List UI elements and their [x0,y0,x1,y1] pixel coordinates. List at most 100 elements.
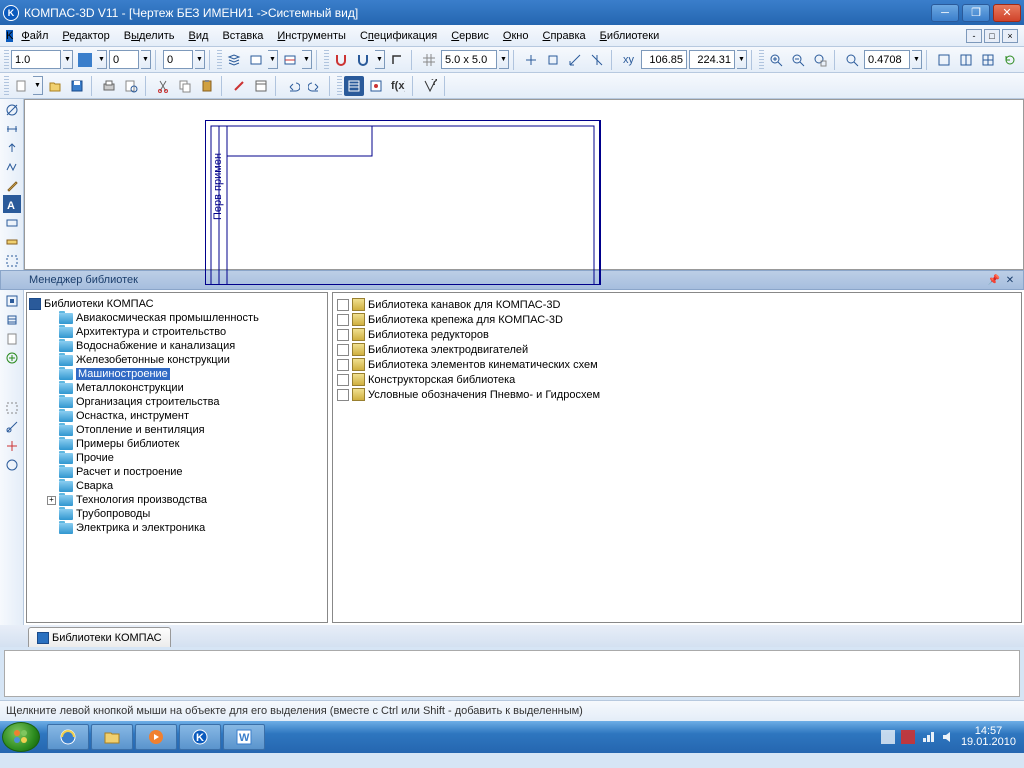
preview-btn[interactable] [121,76,141,96]
close-button[interactable]: ✕ [993,4,1021,22]
tree-item[interactable]: Прочие [29,451,325,465]
x-input[interactable]: 106.85 [641,50,687,69]
insert-icon[interactable] [3,349,21,367]
restore-button[interactable]: ❐ [962,4,990,22]
menu-view[interactable]: Вид [183,28,215,44]
drawing-canvas[interactable]: Перв примен [24,99,1024,270]
print-btn[interactable] [99,76,119,96]
menu-file[interactable]: Файл [15,28,54,44]
var-btn[interactable] [366,76,386,96]
props-btn[interactable] [251,76,271,96]
param-icon[interactable] [3,214,21,232]
paste-btn[interactable] [197,76,217,96]
tree-item[interactable]: Машиностроение [29,367,325,381]
ortho-btn[interactable] [387,50,407,70]
snap3-btn[interactable] [565,50,585,70]
list-item[interactable]: Библиотека электродвигателей [337,342,1017,357]
tree-item[interactable]: Железобетонные конструкции [29,353,325,367]
step-dd[interactable]: ▼ [141,50,151,69]
tool1-icon[interactable] [3,399,21,417]
view1-btn[interactable] [934,50,954,70]
scale-input[interactable]: 1.0 [11,50,61,69]
layer2-btn[interactable] [246,50,266,70]
zoomout-btn[interactable] [788,50,808,70]
list-item[interactable]: Конструкторская библиотека [337,372,1017,387]
tree-root[interactable]: Библиотеки КОМПАС [29,297,325,311]
tool2-icon[interactable] [3,418,21,436]
tree-item[interactable]: Трубопроводы [29,507,325,521]
report-icon[interactable] [3,330,21,348]
grip-icon[interactable] [324,50,329,70]
doc-icon[interactable]: K [6,30,13,42]
layer-input[interactable]: 0 [163,50,193,69]
list-item[interactable]: Библиотека канавок для КОМПАС-3D [337,297,1017,312]
checkbox[interactable] [337,344,349,356]
lib-tree[interactable]: Библиотеки КОМПАС Авиакосмическая промыш… [26,292,328,623]
snap-btn[interactable] [353,50,373,70]
task-wmp[interactable] [135,724,177,750]
tray-lang-icon[interactable] [901,730,915,744]
notes-icon[interactable] [3,139,21,157]
snap2-btn[interactable] [543,50,563,70]
tree-item[interactable]: Электрика и электроника [29,521,325,535]
task-ie[interactable] [47,724,89,750]
color-btn[interactable] [75,50,95,70]
refresh-btn[interactable] [1000,50,1020,70]
grip-icon[interactable] [759,50,764,70]
tool4-icon[interactable] [3,456,21,474]
grip-icon[interactable] [217,50,222,70]
libmgr-btn[interactable] [344,76,364,96]
tree-item[interactable]: Авиакосмическая промышленность [29,311,325,325]
tree-item[interactable]: Примеры библиотек [29,437,325,451]
checkbox[interactable] [337,299,349,311]
start-button[interactable] [2,722,40,752]
property-panel[interactable] [4,650,1020,697]
snap4-btn[interactable] [587,50,607,70]
color-dd[interactable]: ▼ [97,50,107,69]
lib-list[interactable]: Библиотека канавок для КОМПАС-3DБиблиоте… [332,292,1022,623]
tray-flag-icon[interactable] [881,730,895,744]
tree-item[interactable]: Металлоконструкции [29,381,325,395]
list-item[interactable]: Условные обозначения Пневмо- и Гидросхем [337,387,1017,402]
list-item[interactable]: Библиотека крепежа для КОМПАС-3D [337,312,1017,327]
task-explorer[interactable] [91,724,133,750]
edit-icon[interactable] [3,177,21,195]
cut-btn[interactable] [153,76,173,96]
menu-service[interactable]: Сервис [445,28,495,44]
tree-item[interactable]: Архитектура и строительство [29,325,325,339]
grid-input[interactable]: 5.0 x 5.0 [441,50,497,69]
magnet-btn[interactable] [331,50,351,70]
undo-btn[interactable] [283,76,303,96]
grip-icon[interactable] [4,50,9,70]
zoomwin-btn[interactable] [810,50,830,70]
rough-icon[interactable] [3,158,21,176]
open-btn[interactable] [45,76,65,96]
checkbox[interactable] [337,359,349,371]
grip-icon[interactable] [337,76,342,96]
tree-item[interactable]: Оснастка, инструмент [29,409,325,423]
select-icon[interactable] [3,252,21,270]
tool3-icon[interactable] [3,437,21,455]
spec-icon[interactable] [3,311,21,329]
mdi-minimize[interactable]: - [966,29,982,43]
tree-item[interactable]: Расчет и построение [29,465,325,479]
copy-btn[interactable] [175,76,195,96]
checkbox[interactable] [337,374,349,386]
tab-libs[interactable]: Библиотеки КОМПАС [28,627,171,647]
menu-select[interactable]: Выделить [118,28,181,44]
panel-close-icon[interactable]: ✕ [1003,273,1017,287]
menu-spec[interactable]: Спецификация [354,28,443,44]
step-input[interactable]: 0 [109,50,139,69]
style-btn[interactable] [229,76,249,96]
menu-tools[interactable]: Инструменты [271,28,352,44]
clock[interactable]: 14:57 19.01.2010 [961,726,1016,748]
tree-item[interactable]: Отопление и вентиляция [29,423,325,437]
list-item[interactable]: Библиотека элементов кинематических схем [337,357,1017,372]
snap1-btn[interactable] [521,50,541,70]
expander-icon[interactable]: + [47,496,56,505]
geom-icon[interactable] [3,101,21,119]
grid-btn[interactable] [419,50,439,70]
new-btn[interactable] [11,76,31,96]
task-kompas[interactable]: K [179,724,221,750]
mdi-restore[interactable]: □ [984,29,1000,43]
